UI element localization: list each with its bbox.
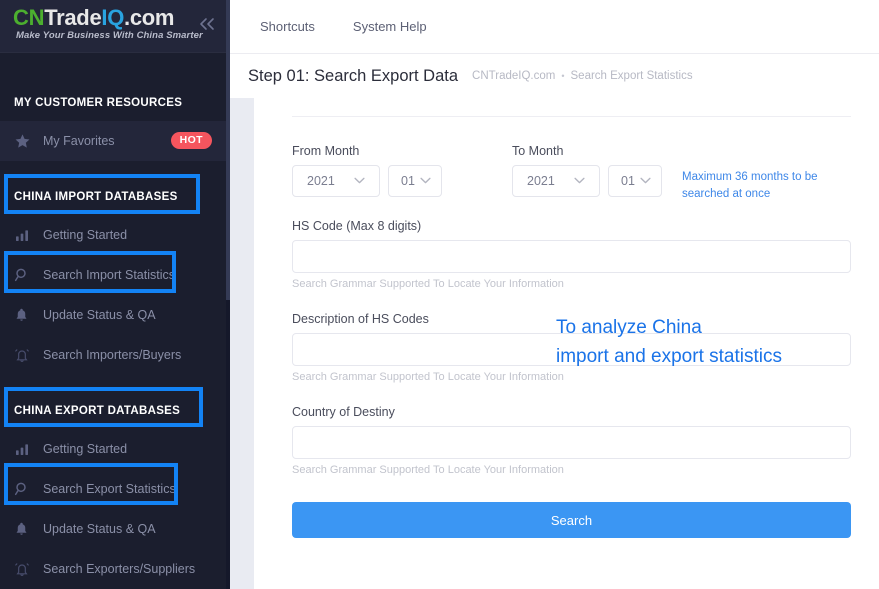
breadcrumb: CNTradeIQ.com • Search Export Statistics <box>472 70 693 82</box>
from-month-value: 01 <box>401 174 415 188</box>
topnav-item-shortcuts[interactable]: Shortcuts <box>260 19 315 34</box>
country-field-block: Country of Destiny Search Grammar Suppor… <box>292 405 851 476</box>
bell-filled-icon <box>14 307 40 323</box>
sidebar-section-title-china-export-databases: CHINA EXPORT DATABASES <box>14 405 181 417</box>
double-chevron-left-icon[interactable] <box>196 15 218 37</box>
chevron-down-icon <box>354 175 365 187</box>
chevron-down-icon <box>640 175 651 187</box>
sidebar-section-title-china-import-databases: CHINA IMPORT DATABASES <box>14 191 178 203</box>
sidebar-item-label: Getting Started <box>43 228 128 242</box>
country-input[interactable] <box>292 426 851 459</box>
chevron-down-icon <box>574 175 585 187</box>
sidebar-item-search-import-statistics[interactable]: Search Import Statistics <box>0 255 230 295</box>
sidebar-item-update-status-qa-import[interactable]: Update Status & QA <box>0 295 230 335</box>
search-icon <box>14 481 40 497</box>
card-divider <box>292 116 851 117</box>
logo-tagline: Make Your Business With China Smarter <box>16 30 203 41</box>
sidebar: CNTradeIQ.com Make Your Business With Ch… <box>0 0 230 589</box>
from-year-value: 2021 <box>307 174 335 188</box>
sidebar-item-label: Getting Started <box>43 442 128 456</box>
description-field-block: Description of HS Codes Search Grammar S… <box>292 312 851 383</box>
sidebar-item-label: Search Exporters/Suppliers <box>43 562 196 576</box>
from-month-group: From Month 2021 01 <box>292 144 442 197</box>
bell-filled-icon <box>14 521 40 537</box>
star-icon <box>14 133 40 150</box>
status-badge-hot: HOT <box>170 132 212 149</box>
to-year-value: 2021 <box>527 174 555 188</box>
sidebar-item-search-importers-buyers[interactable]: Search Importers/Buyers <box>0 335 230 375</box>
logo-part-iq: IQ <box>101 5 125 30</box>
sidebar-item-label: Search Importers/Buyers <box>43 348 182 362</box>
app-root: CNTradeIQ.com Make Your Business With Ch… <box>0 0 879 589</box>
sidebar-item-label: Search Import Statistics <box>43 268 175 282</box>
bar-chart-icon <box>14 227 40 243</box>
max-months-note[interactable]: Maximum 36 months to be searched at once <box>682 169 832 203</box>
from-month-selects: 2021 01 <box>292 165 442 197</box>
to-year-select[interactable]: 2021 <box>512 165 600 197</box>
logo-part-cn: CN <box>13 5 45 30</box>
sidebar-item-search-exporters-suppliers[interactable]: Search Exporters/Suppliers <box>0 549 230 589</box>
bell-ring-icon <box>14 561 40 577</box>
sidebar-item-update-status-qa-export[interactable]: Update Status & QA <box>0 509 230 549</box>
bar-chart-icon <box>14 441 40 457</box>
search-icon <box>14 267 40 283</box>
sidebar-item-label: Update Status & QA <box>43 308 156 322</box>
logo-wordmark: CNTradeIQ.com <box>13 6 174 30</box>
month-range-row: From Month 2021 01 To Month 2021 01 Maxi… <box>292 144 851 200</box>
max-months-note-line2: searched at once <box>682 188 771 200</box>
sidebar-item-label: My Favorites <box>43 134 115 148</box>
to-month-selects: 2021 01 <box>512 165 662 197</box>
to-month-group: To Month 2021 01 <box>512 144 662 197</box>
breadcrumb-root[interactable]: CNTradeIQ.com <box>472 70 555 82</box>
breadcrumb-current: Search Export Statistics <box>570 70 693 82</box>
logo-part-trade: Trade <box>44 5 102 30</box>
page-header: Step 01: Search Export Data CNTradeIQ.co… <box>230 54 879 98</box>
hs-code-hint: Search Grammar Supported To Locate Your … <box>292 278 564 290</box>
to-month-value: 01 <box>621 174 635 188</box>
export-search-form: From Month 2021 01 To Month 2021 01 Maxi… <box>292 144 851 538</box>
main-region: Shortcuts System Help Step 01: Search Ex… <box>230 0 879 589</box>
hs-code-input[interactable] <box>292 240 851 273</box>
hs-code-label: HS Code (Max 8 digits) <box>292 219 422 233</box>
description-label: Description of HS Codes <box>292 312 429 326</box>
country-label: Country of Destiny <box>292 405 395 419</box>
sidebar-item-getting-started-import[interactable]: Getting Started <box>0 215 230 255</box>
max-months-note-line1: Maximum 36 months to be <box>682 171 818 183</box>
from-month-label: From Month <box>292 144 360 158</box>
to-month-label: To Month <box>512 144 564 158</box>
topnav-item-system-help[interactable]: System Help <box>353 19 427 34</box>
top-navbar: Shortcuts System Help <box>230 0 879 54</box>
breadcrumb-separator-icon: • <box>561 71 565 81</box>
sidebar-item-search-export-statistics[interactable]: Search Export Statistics <box>0 469 230 509</box>
description-hint: Search Grammar Supported To Locate Your … <box>292 371 564 383</box>
sidebar-logo: CNTradeIQ.com Make Your Business With Ch… <box>0 0 230 53</box>
search-button[interactable]: Search <box>292 502 851 538</box>
hs-code-field-block: HS Code (Max 8 digits) Search Grammar Su… <box>292 219 851 290</box>
chevron-down-icon <box>420 175 431 187</box>
content-area: From Month 2021 01 To Month 2021 01 Maxi… <box>230 98 879 589</box>
country-hint: Search Grammar Supported To Locate Your … <box>292 464 564 476</box>
sidebar-section-title-customer-resources: MY CUSTOMER RESOURCES <box>14 97 183 109</box>
sidebar-item-my-favorites[interactable]: My Favorites HOT <box>0 121 230 161</box>
to-month-select[interactable]: 01 <box>608 165 662 197</box>
sidebar-item-label: Search Export Statistics <box>43 482 176 496</box>
sidebar-item-getting-started-export[interactable]: Getting Started <box>0 429 230 469</box>
from-year-select[interactable]: 2021 <box>292 165 380 197</box>
page-title: Step 01: Search Export Data <box>248 66 459 85</box>
logo-part-com: .com <box>124 5 175 30</box>
sidebar-item-label: Update Status & QA <box>43 522 156 536</box>
description-input[interactable] <box>292 333 851 366</box>
search-form-card: From Month 2021 01 To Month 2021 01 Maxi… <box>254 98 879 589</box>
bell-ring-icon <box>14 347 40 363</box>
from-month-select[interactable]: 01 <box>388 165 442 197</box>
